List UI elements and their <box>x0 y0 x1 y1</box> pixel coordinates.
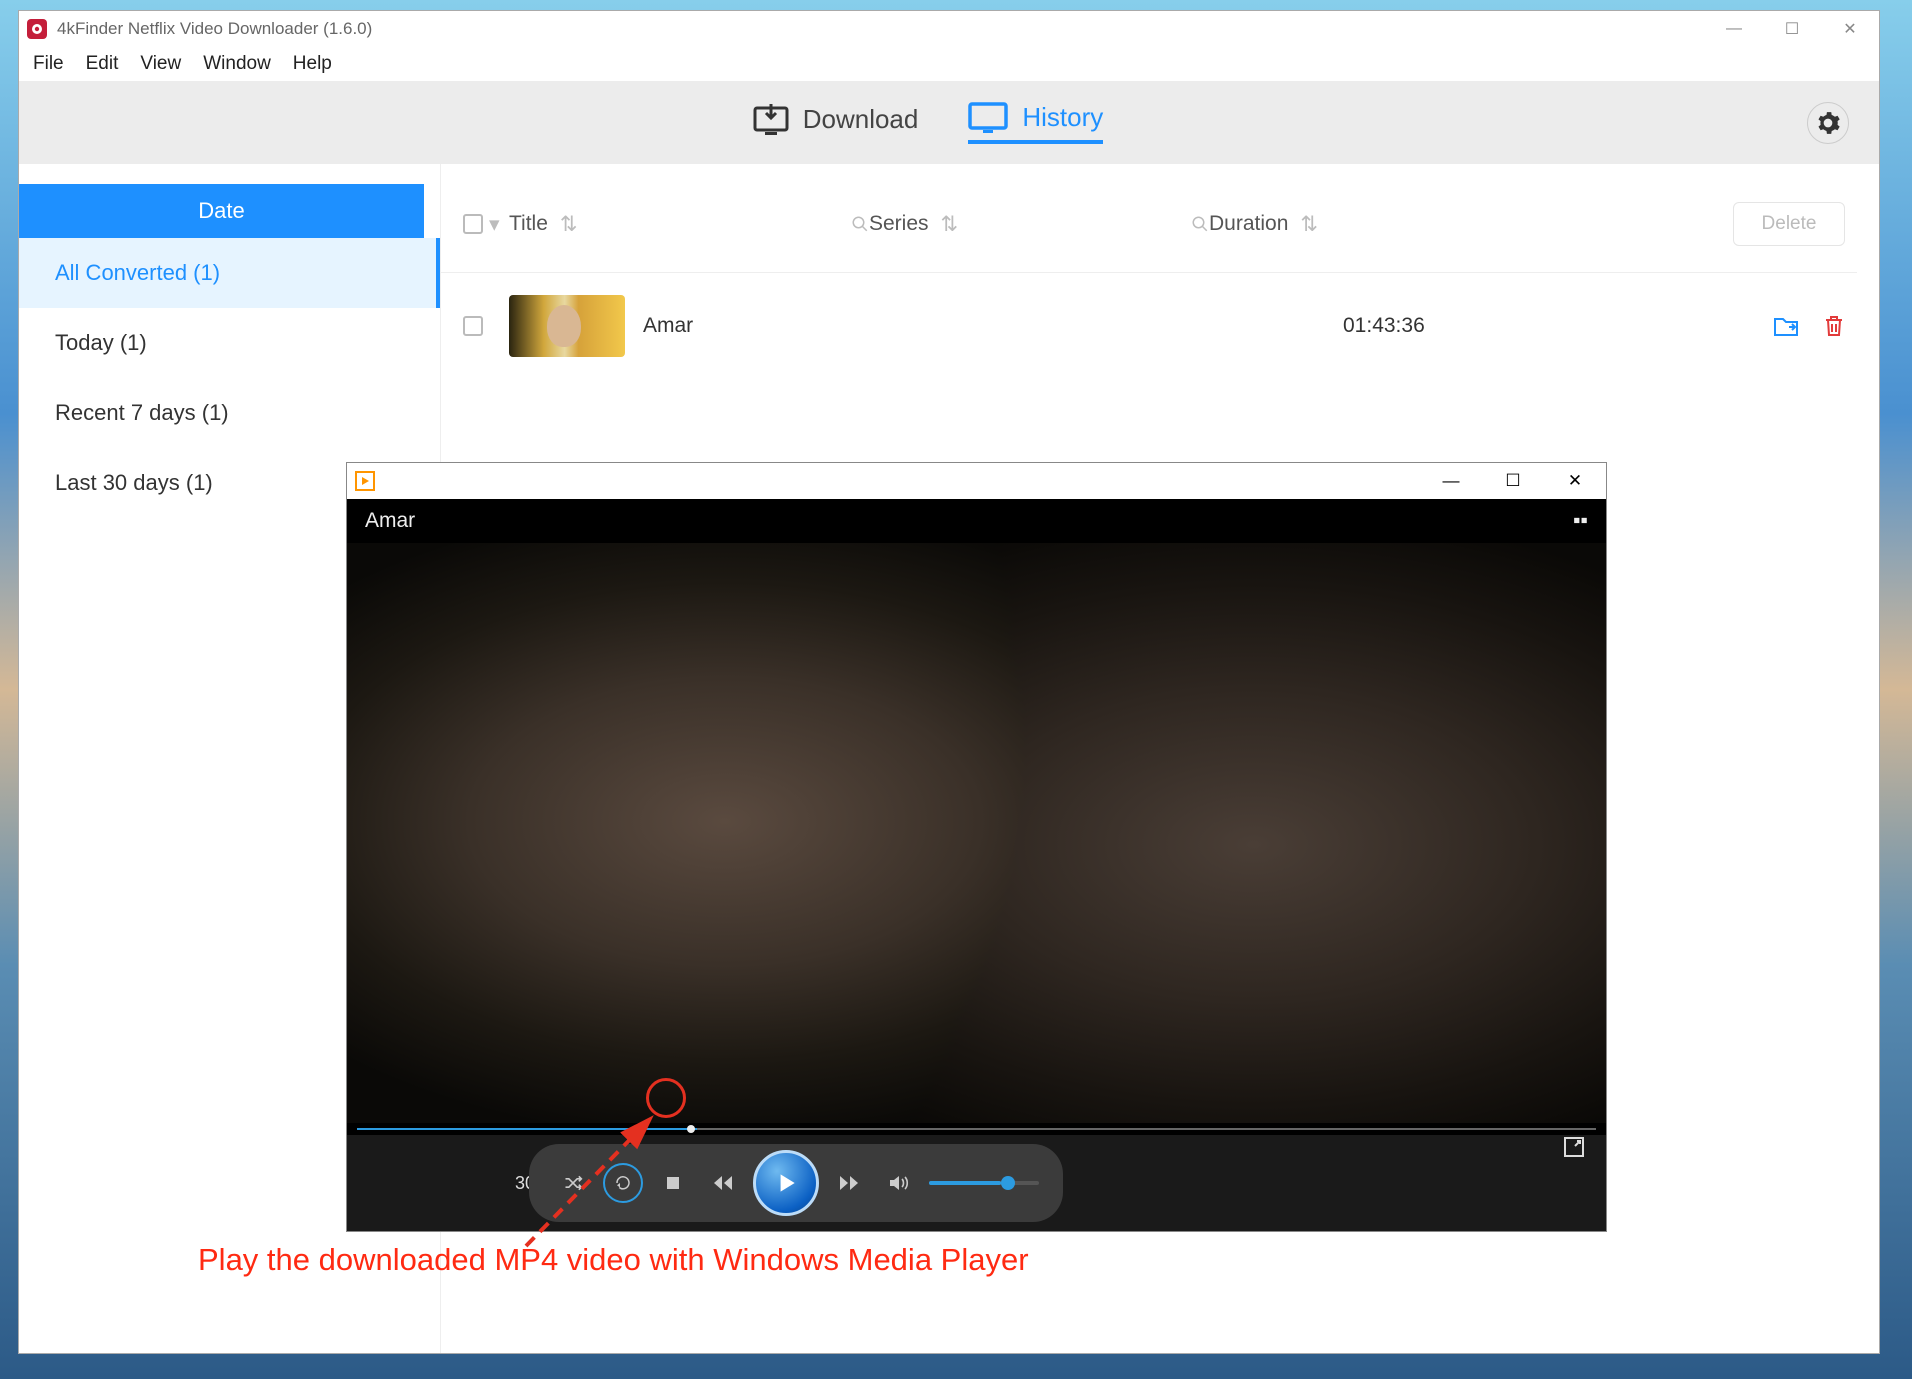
table-header: ▾ Title ⇅ Series ⇅ Duratio <box>441 186 1857 273</box>
download-icon <box>753 104 789 136</box>
delete-row-button[interactable] <box>1823 314 1845 338</box>
tab-history[interactable]: History <box>968 102 1103 144</box>
wmp-view-icon[interactable]: ▪▪ <box>1573 509 1588 533</box>
sort-icon: ⇅ <box>941 212 959 237</box>
app-icon <box>27 19 47 39</box>
wmp-titlebar: — ☐ ✕ <box>347 463 1606 499</box>
maximize-button[interactable]: ☐ <box>1763 11 1821 47</box>
search-icon[interactable] <box>1191 215 1209 233</box>
titlebar-controls: — ☐ ✕ <box>1705 11 1879 47</box>
header-title-label: Title <box>509 212 548 236</box>
titlebar: 4kFinder Netflix Video Downloader (1.6.0… <box>19 11 1879 47</box>
playback-time: 30:08 <box>375 1173 515 1194</box>
row-title: Amar <box>643 314 1003 338</box>
close-button[interactable]: ✕ <box>1821 11 1879 47</box>
rewind-button[interactable] <box>703 1163 743 1203</box>
header-duration-label: Duration <box>1209 212 1288 236</box>
menu-edit[interactable]: Edit <box>86 53 119 75</box>
delete-button-label: Delete <box>1762 213 1817 235</box>
sidebar-item-today[interactable]: Today (1) <box>19 308 440 378</box>
toolbar: Download History <box>19 81 1879 164</box>
sidebar-item-label: Last 30 days (1) <box>55 470 213 495</box>
header-checkbox[interactable]: ▾ <box>463 212 509 237</box>
header-series-label: Series <box>869 212 929 236</box>
sidebar-item-recent-7[interactable]: Recent 7 days (1) <box>19 378 440 448</box>
wmp-close-button[interactable]: ✕ <box>1544 463 1606 499</box>
sort-icon: ⇅ <box>560 212 578 237</box>
checkbox-icon <box>463 214 483 234</box>
open-folder-button[interactable] <box>1773 315 1799 337</box>
tab-history-label: History <box>1022 102 1103 133</box>
play-button[interactable] <box>753 1150 819 1216</box>
forward-button[interactable] <box>829 1163 869 1203</box>
mute-button[interactable] <box>879 1163 919 1203</box>
toolbar-tabs: Download History <box>753 102 1104 144</box>
sidebar-item-label: Today (1) <box>55 330 147 355</box>
checkbox-icon <box>463 316 483 336</box>
menubar: File Edit View Window Help <box>19 47 1879 81</box>
table-row[interactable]: Amar 01:43:36 <box>441 273 1857 379</box>
tab-download-label: Download <box>803 104 919 135</box>
row-checkbox[interactable] <box>463 316 509 336</box>
gear-icon <box>1815 110 1841 136</box>
annotation-caption: Play the downloaded MP4 video with Windo… <box>198 1242 1029 1278</box>
delete-button[interactable]: Delete <box>1733 202 1845 246</box>
fullscreen-button[interactable] <box>1562 1135 1586 1159</box>
header-title[interactable]: Title ⇅ <box>509 212 869 237</box>
sidebar-item-label: Recent 7 days (1) <box>55 400 229 425</box>
video-thumbnail <box>509 295 625 357</box>
window-title: 4kFinder Netflix Video Downloader (1.6.0… <box>57 19 372 39</box>
header-duration[interactable]: Duration ⇅ <box>1209 212 1539 237</box>
menu-help[interactable]: Help <box>293 53 332 75</box>
search-icon[interactable] <box>851 215 869 233</box>
header-series[interactable]: Series ⇅ <box>869 212 1209 237</box>
volume-fill <box>929 1181 1001 1185</box>
wmp-maximize-button[interactable]: ☐ <box>1482 463 1544 499</box>
wmp-titlebar-controls: — ☐ ✕ <box>1420 463 1606 499</box>
history-icon <box>968 102 1008 134</box>
row-actions <box>1773 314 1845 338</box>
row-duration: 01:43:36 <box>1343 314 1673 338</box>
seek-knob[interactable] <box>687 1125 695 1133</box>
menu-file[interactable]: File <box>33 53 64 75</box>
chevron-down-icon: ▾ <box>489 212 500 237</box>
wmp-app-icon <box>355 471 375 491</box>
wmp-video-area[interactable] <box>347 543 1606 1123</box>
annotation-arrow <box>516 1106 666 1256</box>
volume-knob[interactable] <box>1001 1176 1015 1190</box>
tab-download[interactable]: Download <box>753 104 919 142</box>
sort-icon: ⇅ <box>1300 212 1318 237</box>
menu-view[interactable]: View <box>140 53 181 75</box>
menu-window[interactable]: Window <box>203 53 271 75</box>
wmp-minimize-button[interactable]: — <box>1420 463 1482 499</box>
settings-button[interactable] <box>1807 102 1849 144</box>
wmp-header: Amar ▪▪ <box>347 499 1606 543</box>
sidebar-date-header: Date <box>19 184 424 238</box>
wmp-video-title: Amar <box>365 509 415 533</box>
sidebar-item-label: All Converted (1) <box>55 260 220 285</box>
volume-slider[interactable] <box>929 1181 1039 1185</box>
sidebar-item-all-converted[interactable]: All Converted (1) <box>19 238 440 308</box>
minimize-button[interactable]: — <box>1705 11 1763 47</box>
